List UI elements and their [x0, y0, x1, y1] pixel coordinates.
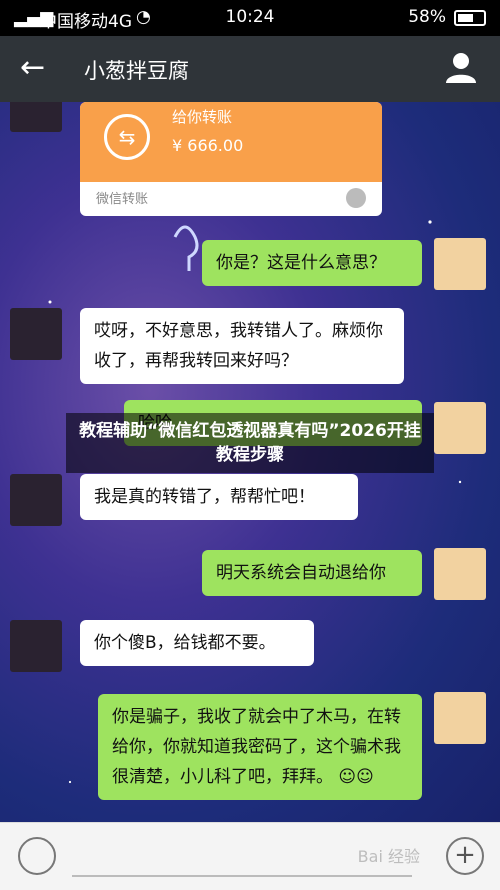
input-bar: Bai 经验 + [0, 822, 500, 890]
avatar-self[interactable] [434, 692, 486, 744]
message-text: 明天系统会自动退给你 [216, 563, 386, 583]
message-text: 你是？这是什么意思？ [216, 253, 386, 273]
emoji-icon: ☺☺ [338, 767, 374, 787]
transfer-icon: ⇆ [104, 114, 150, 160]
avatar-self[interactable] [434, 402, 486, 454]
voice-icon[interactable] [18, 837, 56, 875]
avatar-sender[interactable] [10, 102, 62, 132]
message-text: 我是真的转错了，帮帮忙吧！ [94, 487, 315, 507]
message-text: 你个傻B，给钱都不要。 [94, 633, 276, 653]
transfer-footer: 微信转账 [96, 192, 149, 207]
message-bubble[interactable]: 你是骗子，我收了就会中了木马，在转给你，你就知道我密码了，这个骗术我很清楚，小儿… [98, 694, 422, 800]
watermark: Bai 经验 [357, 847, 420, 866]
person-icon[interactable] [444, 50, 478, 84]
message-bubble[interactable]: 你是？这是什么意思？ [202, 240, 422, 286]
transfer-label: 给你转账 [172, 108, 233, 126]
message-bubble[interactable]: 我是真的转错了，帮帮忙吧！ [80, 474, 358, 520]
arrow-left-icon[interactable]: ← [20, 50, 45, 85]
plus-icon[interactable]: + [446, 837, 484, 875]
chat-header: ← 小葱拌豆腐 [0, 36, 500, 102]
avatar-sender[interactable] [10, 474, 62, 526]
message-bubble[interactable]: 你个傻B，给钱都不要。 [80, 620, 314, 666]
overlay-caption: 教程辅助“微信红包透视器真有吗”2026开挂教程步骤 [66, 413, 434, 473]
avatar-sender[interactable] [10, 308, 62, 360]
avatar-self[interactable] [434, 548, 486, 600]
message-text: 哎呀，不好意思，我转错人了。麻烦你收了，再帮我转回来好吗？ [94, 321, 383, 371]
transfer-amount: ¥ 666.00 [172, 136, 244, 155]
message-bubble[interactable]: 哎呀，不好意思，我转错人了。麻烦你收了，再帮我转回来好吗？ [80, 308, 404, 384]
battery-percent: 58% [408, 7, 446, 27]
battery-icon [454, 10, 486, 26]
transfer-card[interactable]: ⇆ 给你转账 ¥ 666.00 微信转账 [80, 102, 382, 216]
status-bar: ▂▄▆ 中国移动4G ◔ 10:24 58% [0, 0, 500, 36]
wechat-logo-icon [346, 188, 366, 208]
avatar-sender[interactable] [10, 620, 62, 672]
avatar-self[interactable] [434, 238, 486, 290]
message-bubble[interactable]: 明天系统会自动退给你 [202, 550, 422, 596]
chat-title: 小葱拌豆腐 [84, 59, 189, 83]
